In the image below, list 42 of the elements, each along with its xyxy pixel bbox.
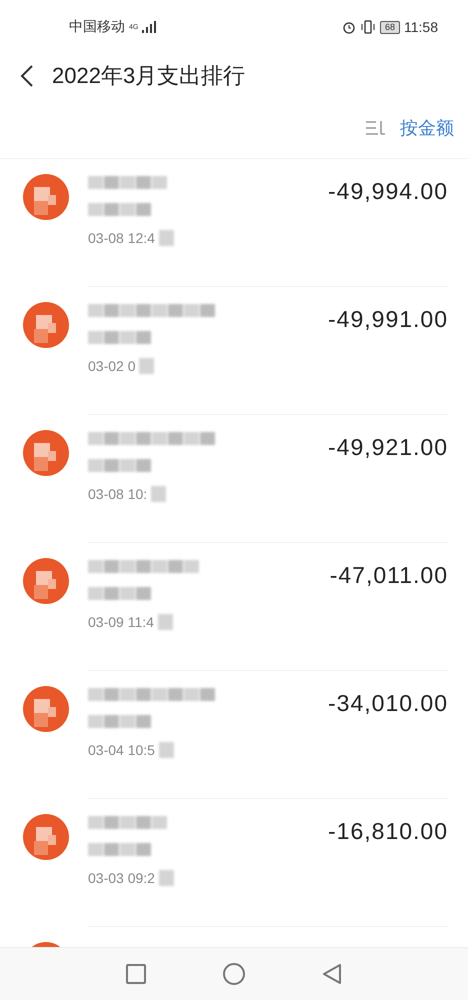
transaction-time: 03-08 12:4 <box>88 230 155 246</box>
redacted-text <box>88 842 152 857</box>
redacted-text <box>158 613 174 631</box>
sort-by-amount[interactable]: 按金额 <box>400 116 454 140</box>
redacted-text <box>139 357 156 375</box>
transaction-time: 03-03 09:2 <box>88 870 155 886</box>
signal-icon <box>142 21 156 33</box>
transaction-time: 03-09 11:4 <box>88 614 154 630</box>
redacted-avatar <box>22 301 70 349</box>
transaction-amount: -49,921.00 <box>328 433 448 462</box>
page-title: 2022年3月支出排行 <box>52 62 246 90</box>
redacted-text <box>88 202 152 217</box>
alarm-icon <box>342 20 356 34</box>
redacted-avatar <box>22 813 70 861</box>
transaction-time: 03-02 0 <box>88 358 136 374</box>
battery-level: 68 <box>380 20 400 34</box>
redacted-text <box>151 485 168 503</box>
vibrate-icon <box>360 20 376 34</box>
redacted-text <box>88 458 152 473</box>
redacted-text <box>88 330 152 345</box>
redacted-text <box>158 741 175 759</box>
transaction-amount: -49,994.00 <box>328 177 448 206</box>
redacted-avatar <box>22 685 70 733</box>
transaction-amount: -49,991.00 <box>328 305 448 334</box>
back-icon[interactable] <box>20 64 34 88</box>
redacted-text <box>88 714 152 729</box>
transaction-amount: -16,810.00 <box>328 817 448 846</box>
sort-icon[interactable] <box>366 120 386 136</box>
transaction-time: 03-04 10:5 <box>88 742 155 758</box>
recent-apps-icon[interactable] <box>126 964 146 984</box>
transaction-amount: -47,011.00 <box>330 561 448 590</box>
redacted-text <box>158 869 175 887</box>
transaction-amount: -34,010.00 <box>328 689 448 718</box>
redacted-avatar <box>22 173 70 221</box>
transaction-time: 03-08 10: <box>88 486 148 502</box>
redacted-text <box>88 586 152 601</box>
redacted-text <box>158 229 175 247</box>
home-icon[interactable] <box>222 962 246 986</box>
carrier-name: 中国移动 <box>69 18 125 36</box>
redacted-avatar <box>22 429 70 477</box>
redacted-avatar <box>22 557 70 605</box>
clock-time: 11:58 <box>404 19 438 35</box>
